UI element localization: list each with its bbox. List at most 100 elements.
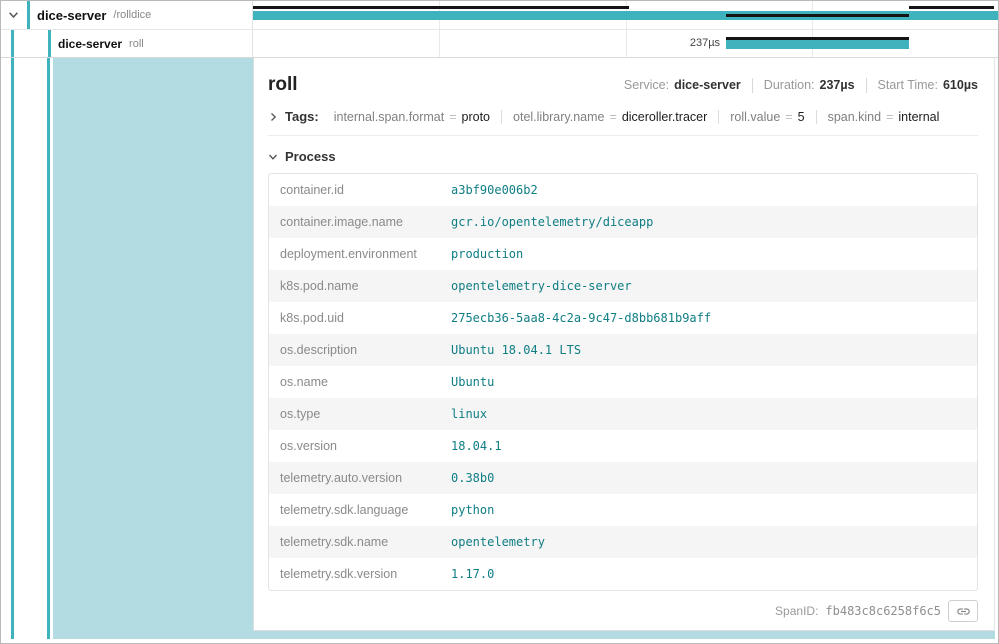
process-attribute-row: telemetry.sdk.language python	[269, 494, 977, 526]
span-detail-header: roll Service: dice-server Duration: 237µ…	[268, 74, 978, 96]
process-label: Process	[285, 149, 336, 164]
tag-item: span.kind = internal	[816, 110, 951, 124]
summary-service-value: dice-server	[674, 78, 741, 92]
process-attribute-row: deployment.environment production	[269, 238, 977, 270]
process-attribute-row: os.description Ubuntu 18.04.1 LTS	[269, 334, 977, 366]
trace-view: dice-server /rolldice dice-server roll 2…	[0, 0, 999, 644]
attribute-key: container.image.name	[269, 208, 441, 236]
tags-section[interactable]: Tags: internal.span.format = proto otel.…	[268, 109, 978, 136]
tags-label: Tags:	[285, 109, 319, 124]
span-title: roll	[268, 74, 298, 96]
timeline-track-roll[interactable]: 237µs	[253, 30, 998, 57]
summary-duration-label: Duration:	[764, 78, 815, 92]
summary-duration-value: 237µs	[820, 78, 855, 92]
timeline-tick	[626, 30, 627, 57]
equals-sign: =	[610, 110, 617, 124]
process-attribute-row: os.version 18.04.1	[269, 430, 977, 462]
tag-key: otel.library.name	[513, 110, 604, 124]
span-operation-name: /rolldice	[113, 9, 151, 21]
tag-value: diceroller.tracer	[622, 110, 707, 124]
attribute-key: os.version	[269, 432, 441, 460]
attribute-value: Ubuntu	[441, 368, 977, 396]
critical-path-segment	[909, 6, 994, 9]
span-row-rolldice[interactable]: dice-server /rolldice	[1, 1, 998, 30]
tag-item: internal.span.format = proto	[323, 110, 501, 124]
timeline-track-rolldice[interactable]	[253, 1, 998, 29]
process-attribute-row: k8s.pod.uid 275ecb36-5aa8-4c2a-9c47-d8bb…	[269, 302, 977, 334]
indent-guide	[47, 58, 50, 639]
span-name-cell[interactable]: dice-server roll	[1, 30, 253, 57]
indent-guide	[11, 30, 14, 57]
process-attribute-row: telemetry.auto.version 0.38b0	[269, 462, 977, 494]
indent-guide	[11, 58, 14, 639]
process-attribute-row: container.id a3bf90e006b2	[269, 174, 977, 206]
equals-sign: =	[785, 110, 792, 124]
attribute-value: python	[441, 496, 977, 524]
process-attribute-row: telemetry.sdk.name opentelemetry	[269, 526, 977, 558]
attribute-value: gcr.io/opentelemetry/diceapp	[441, 208, 977, 236]
chevron-down-icon[interactable]	[268, 152, 278, 162]
tag-item: roll.value = 5	[718, 110, 815, 124]
tag-value: internal	[898, 110, 939, 124]
span-row-roll[interactable]: dice-server roll 237µs	[1, 30, 998, 58]
summary-starttime-value: 610µs	[943, 78, 978, 92]
service-color-stripe	[48, 30, 51, 57]
span-operation-name: roll	[129, 38, 144, 50]
attribute-key: k8s.pod.uid	[269, 304, 441, 332]
critical-path-segment	[253, 6, 629, 9]
process-attribute-row: telemetry.sdk.version 1.17.0	[269, 558, 977, 590]
link-icon	[956, 604, 971, 619]
attribute-key: os.name	[269, 368, 441, 396]
attribute-value: 0.38b0	[441, 464, 977, 492]
copy-link-button[interactable]	[948, 600, 978, 622]
tag-key: roll.value	[730, 110, 780, 124]
tag-key: internal.span.format	[334, 110, 444, 124]
tag-list: internal.span.format = proto otel.librar…	[323, 110, 951, 124]
span-detail-panel: roll Service: dice-server Duration: 237µ…	[253, 58, 995, 631]
summary-starttime-label: Start Time:	[878, 78, 938, 92]
critical-path-segment	[726, 14, 909, 17]
divider	[752, 78, 753, 93]
tag-item: otel.library.name = diceroller.tracer	[501, 110, 718, 124]
process-attributes-table: container.id a3bf90e006b2 container.imag…	[268, 173, 978, 591]
attribute-key: container.id	[269, 176, 441, 204]
process-attribute-row: container.image.name gcr.io/opentelemetr…	[269, 206, 977, 238]
critical-path-segment	[726, 37, 909, 40]
span-service-name: dice-server	[37, 8, 106, 23]
span-duration-label: 237µs	[660, 37, 720, 49]
attribute-value: opentelemetry-dice-server	[441, 272, 977, 300]
tag-value: 5	[798, 110, 805, 124]
spanid-value: fb483c8c6258f6c5	[825, 604, 941, 618]
attribute-value: a3bf90e006b2	[441, 176, 977, 204]
attribute-key: telemetry.sdk.language	[269, 496, 441, 524]
attribute-key: os.description	[269, 336, 441, 364]
process-attribute-row: k8s.pod.name opentelemetry-dice-server	[269, 270, 977, 302]
process-section-header[interactable]: Process	[268, 149, 978, 164]
attribute-key: telemetry.sdk.name	[269, 528, 441, 556]
attribute-key: deployment.environment	[269, 240, 441, 268]
attribute-value: 275ecb36-5aa8-4c2a-9c47-d8bb681b9aff	[441, 304, 977, 332]
tag-key: span.kind	[828, 110, 882, 124]
summary-service-label: Service:	[624, 78, 669, 92]
equals-sign: =	[886, 110, 893, 124]
tag-value: proto	[462, 110, 491, 124]
spanid-label: SpanID:	[775, 604, 818, 618]
process-attribute-row: os.type linux	[269, 398, 977, 430]
divider	[866, 78, 867, 93]
span-name-cell[interactable]: dice-server /rolldice	[1, 1, 253, 29]
attribute-key: telemetry.auto.version	[269, 464, 441, 492]
attribute-value: 18.04.1	[441, 432, 977, 460]
span-service-name: dice-server	[58, 37, 122, 51]
attribute-value: linux	[441, 400, 977, 428]
attribute-key: k8s.pod.name	[269, 272, 441, 300]
span-detail-footer: SpanID: fb483c8c6258f6c5	[268, 600, 978, 622]
process-attribute-row: os.name Ubuntu	[269, 366, 977, 398]
timeline-tick	[439, 30, 440, 57]
service-color-stripe	[27, 1, 30, 29]
span-bar-roll[interactable]	[726, 40, 909, 49]
collapse-chevron-icon[interactable]	[8, 10, 19, 21]
attribute-key: telemetry.sdk.version	[269, 560, 441, 588]
attribute-value: Ubuntu 18.04.1 LTS	[441, 336, 977, 364]
chevron-right-icon[interactable]	[268, 112, 278, 122]
attribute-value: opentelemetry	[441, 528, 977, 556]
